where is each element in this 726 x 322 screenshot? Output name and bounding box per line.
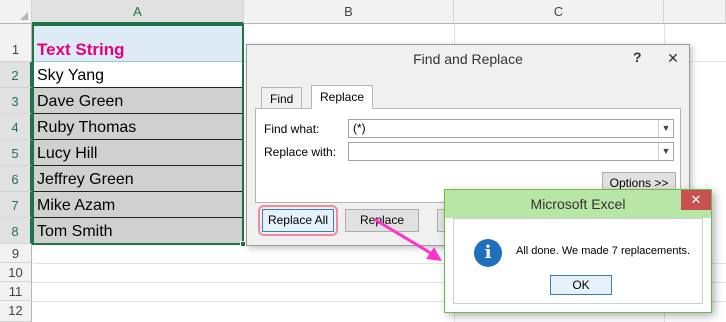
column-header-a[interactable]: A <box>32 0 244 24</box>
row-header-1[interactable]: 1 <box>0 24 32 62</box>
row-header-5[interactable]: 5 <box>0 140 32 166</box>
row-header-11[interactable]: 11 <box>0 282 32 301</box>
ok-button[interactable]: OK <box>550 275 612 295</box>
row-header-4[interactable]: 4 <box>0 114 32 140</box>
replace-all-button[interactable]: Replace All <box>262 209 334 232</box>
row-header-7[interactable]: 7 <box>0 192 32 218</box>
message-body: i All done. We made 7 replacements. OK <box>453 218 703 304</box>
find-what-input[interactable]: (*) ▼ <box>348 119 674 138</box>
chevron-down-icon[interactable]: ▼ <box>658 120 673 137</box>
row-header-8[interactable]: 8 <box>0 218 32 244</box>
select-all-corner[interactable] <box>0 0 32 24</box>
column-header-next[interactable] <box>664 0 726 24</box>
row-header-9[interactable]: 9 <box>0 244 32 263</box>
help-button[interactable]: ? <box>633 49 642 65</box>
tab-find[interactable]: Find <box>261 87 303 109</box>
row-header-10[interactable]: 10 <box>0 263 32 282</box>
info-icon: i <box>474 239 502 267</box>
message-title: Microsoft Excel <box>530 196 626 212</box>
row-header-2[interactable]: 2 <box>0 62 32 88</box>
column-header-c[interactable]: C <box>454 0 664 24</box>
find-what-value: (*) <box>353 121 366 135</box>
arrow-annotation <box>373 217 442 261</box>
replace-with-label: Replace with: <box>264 145 337 159</box>
message-close-button[interactable]: ✕ <box>681 190 711 210</box>
message-text: All done. We made 7 replacements. <box>516 245 691 257</box>
replace-with-input[interactable]: ▼ <box>348 142 674 161</box>
find-what-label: Find what: <box>264 122 320 136</box>
row-header-6[interactable]: 6 <box>0 166 32 192</box>
arrow-line <box>373 217 435 257</box>
row-header-3[interactable]: 3 <box>0 88 32 114</box>
tab-replace[interactable]: Replace <box>311 85 374 109</box>
message-box: Microsoft Excel ✕ i All done. We made 7 … <box>444 189 712 313</box>
arrow-head <box>426 247 442 261</box>
row-header-12[interactable]: 12 <box>0 301 32 322</box>
selection-range <box>32 24 244 245</box>
chevron-down-icon[interactable]: ▼ <box>658 143 673 160</box>
column-header-b[interactable]: B <box>244 0 454 24</box>
dialog-title: Find and Replace <box>413 51 523 67</box>
close-button[interactable]: ✕ <box>659 47 687 69</box>
